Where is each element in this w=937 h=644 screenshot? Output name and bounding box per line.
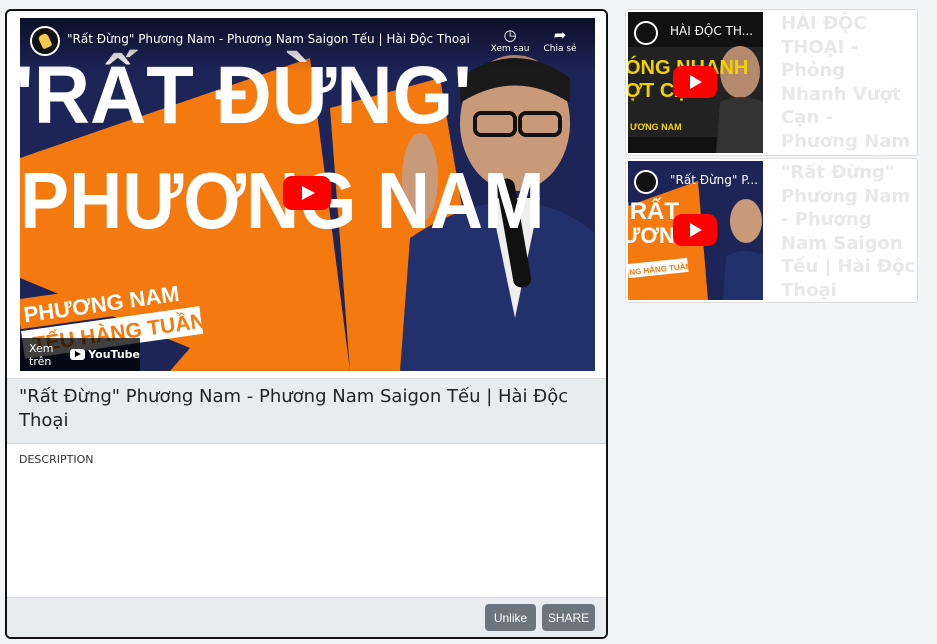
side-video-item[interactable]: ÓNG NHANH ỢT CẠN ƯƠNG NAM HÀI ĐỘC TH... …: [625, 9, 918, 156]
channel-logo[interactable]: [30, 26, 60, 56]
channel-logo: [634, 21, 658, 45]
share-arrow-icon: ➦: [553, 26, 567, 44]
side-thumb-badge: ƯƠNG NAM: [630, 122, 682, 132]
youtube-wordmark: YouTube: [88, 348, 140, 361]
play-button[interactable]: [673, 66, 717, 98]
side-player-title: "Rất Đừng" P...: [670, 173, 759, 187]
share-video-button[interactable]: ➦ Chia sẻ: [535, 26, 585, 54]
player-title[interactable]: "Rất Đừng" Phương Nam - Phương Nam Saigo…: [67, 32, 470, 46]
side-video-title[interactable]: "Rất Đừng" Phương Nam - Phương Nam Saigo…: [781, 161, 916, 302]
clock-icon: ◷: [503, 26, 517, 44]
share-video-label: Chia sẻ: [543, 44, 577, 54]
watch-later-button[interactable]: ◷ Xem sau: [485, 26, 535, 54]
side-thumb-text-1: 'RẤT: [628, 197, 679, 225]
unlike-button[interactable]: Unlike: [485, 604, 536, 631]
play-button[interactable]: [673, 214, 717, 246]
share-button[interactable]: SHARE: [542, 604, 595, 631]
side-video-title[interactable]: HÀI ĐỘC THOẠI - Phỏng Nhanh Vượt Cạn - P…: [781, 12, 916, 155]
page-title: "Rất Đừng" Phương Nam - Phương Nam Saigo…: [19, 386, 569, 431]
watch-later-label: Xem sau: [490, 44, 530, 54]
card-footer: Unlike SHARE: [7, 597, 606, 637]
watch-on-label: Xem trên: [29, 341, 54, 368]
video-title-header: "Rất Đừng" Phương Nam - Phương Nam Saigo…: [7, 378, 606, 444]
youtube-play-icon: [70, 349, 86, 360]
description-label: DESCRIPTION: [19, 453, 94, 466]
main-video-card: 'RẤT ĐỪNG' PHƯƠNG NAM PHƯƠNG NAM TẾU HÀN…: [5, 9, 608, 639]
youtube-logo: YouTube: [70, 348, 140, 361]
video-player[interactable]: 'RẤT ĐỪNG' PHƯƠNG NAM PHƯƠNG NAM TẾU HÀN…: [20, 18, 595, 371]
channel-logo: [634, 170, 658, 194]
play-button[interactable]: [283, 176, 331, 210]
side-player-title: HÀI ĐỘC TH...: [670, 24, 754, 38]
side-video-item[interactable]: 'RẤT ƯƠNG N NG HÀNG TUẦN "Rất Đừng" P...…: [625, 158, 918, 303]
watch-on-youtube-link[interactable]: Xem trên YouTube: [20, 338, 140, 371]
